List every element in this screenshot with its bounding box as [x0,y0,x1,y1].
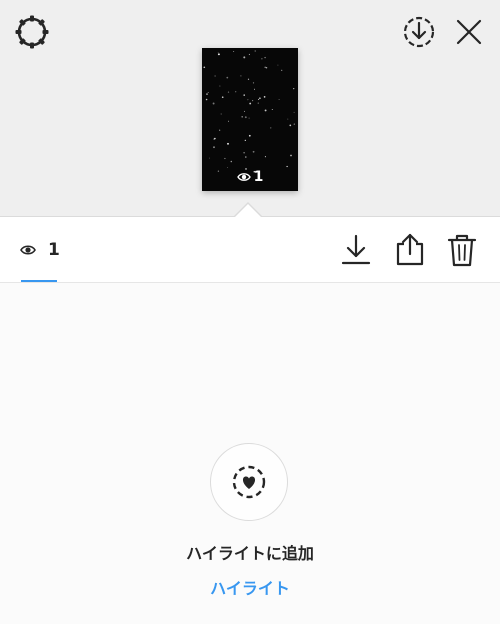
story-thumbnail[interactable]: 1 [202,48,298,191]
thumbnail-speckle [228,120,229,122]
share-icon[interactable] [394,232,426,268]
thumbnail-speckle [248,134,251,137]
thumbnail-speckle [241,116,243,118]
thumbnail-speckle [263,96,266,98]
thumbnail-speckle [259,97,261,100]
thumbnail-speckle [264,156,266,158]
thumbnail-speckle [271,108,273,111]
thumbnail-speckle [278,99,280,100]
thumbnail-speckle [230,160,233,163]
thumbnail-speckle [289,124,292,127]
eye-icon [20,245,36,255]
thumbnail-speckle [252,100,254,102]
thumbnail-speckle [206,93,208,95]
thumbnail-speckle [245,156,247,158]
eye-icon [236,173,251,181]
thumbnail-speckle [258,98,260,100]
thumbnail-speckle [248,53,250,56]
thumbnail-speckle [208,157,210,159]
thumbnail-speckle [220,113,222,115]
thumbnail-speckle [293,111,295,113]
thumbnail-speckle [252,150,255,153]
thumbnail-speckle [249,102,252,105]
story-toolbar: 1 [0,217,500,283]
thumbnail-speckle [221,96,224,99]
thumbnail-speckle [290,154,292,157]
thumbnail-speckle [233,50,235,52]
thumbnail-speckle [214,75,216,77]
viewers-count: 1 [48,240,60,260]
thumbnail-views: 1 [202,169,298,185]
thumbnail-speckle [244,110,245,112]
thumbnail-speckle [224,157,226,160]
thumbnail-speckle [287,118,289,120]
thumbnail-speckle [227,142,229,145]
thumbnail-speckle [227,91,230,93]
thumbnail-speckle [235,91,237,93]
thumbnail-speckle [264,66,267,69]
thumbnail-speckle [240,75,242,77]
add-to-highlight-button[interactable] [210,443,288,521]
thumbnail-speckle [264,109,267,112]
thumbnail-speckle [207,91,209,94]
thumbnail-speckle [214,137,216,140]
thumbnail-speckle [293,87,295,90]
thumbnail-speckle [243,152,245,154]
active-tab-indicator [21,280,57,282]
thumbnail-speckle [203,66,206,69]
close-icon[interactable] [451,14,487,50]
thumbnail-speckle [219,129,221,131]
thumbnail-speckle [205,98,208,101]
thumbnail-speckle [244,116,247,119]
thumbnail-speckle [212,102,215,105]
thumbnail-speckle [277,64,279,66]
thumbnail-speckle [257,102,259,104]
highlight-title: ハイライトに追加 [186,544,314,563]
settings-icon[interactable] [14,14,50,50]
thumbnail-speckle [243,56,246,59]
thumbnail-speckle [227,167,228,168]
thumbnail-speckle [261,58,263,60]
trash-icon[interactable] [446,232,478,268]
thumbnail-speckle [247,78,250,80]
thumbnail-speckle [264,56,266,59]
thumbnail-speckle [213,146,215,149]
preview-pointer [234,204,262,218]
highlight-link[interactable]: ハイライト [0,575,500,599]
thumbnail-speckle [247,99,249,101]
thumbnail-speckle [293,123,295,125]
thumbnail-speckle [217,52,219,54]
download-circle-icon[interactable] [401,14,437,50]
thumbnail-speckle [281,69,283,71]
save-icon[interactable] [340,232,372,268]
thumbnail-speckle [243,94,245,96]
thumbnail-speckle [254,50,256,52]
thumbnail-speckle [244,139,246,141]
viewers-tab[interactable]: 1 [20,235,60,265]
thumbnail-speckle [252,82,255,84]
thumbnail-speckle [217,53,220,56]
thumbnail-speckle [270,127,272,129]
thumbnail-speckle [226,76,229,79]
story-header-area: 1 [0,0,500,217]
thumbnail-speckle [219,85,221,87]
thumbnail-speckle [286,165,288,168]
thumbnail-views-count: 1 [253,169,264,185]
thumbnail-speckle [254,88,255,90]
heart-dashed-circle-icon [232,465,266,499]
thumbnail-speckle [248,117,250,119]
